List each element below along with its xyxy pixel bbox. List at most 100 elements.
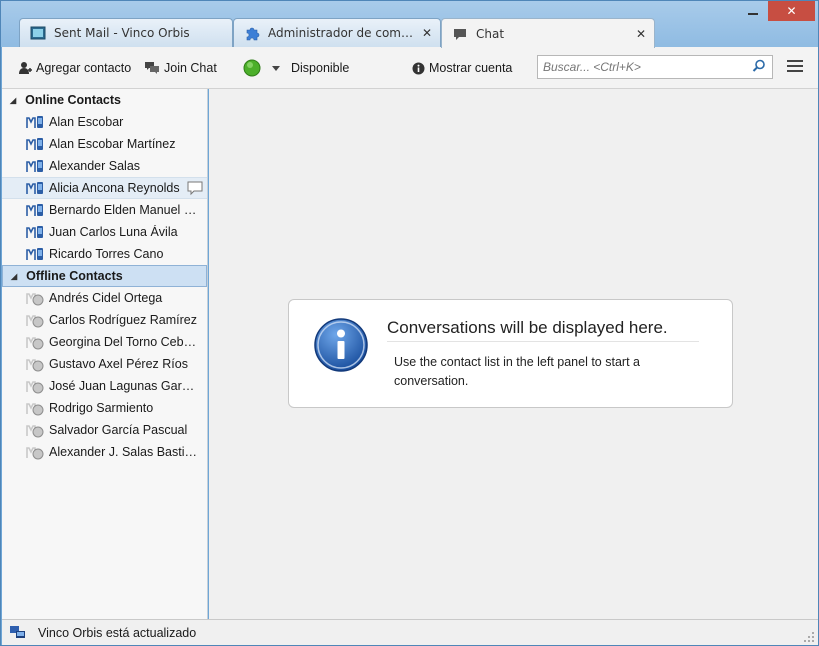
group-label: Online Contacts — [25, 93, 121, 107]
show-account-label: Mostrar cuenta — [429, 61, 513, 75]
tab-bar: Sent Mail - Vinco Orbis Administrador de… — [1, 1, 818, 48]
status-bar: Vinco Orbis está actualizado — [2, 619, 818, 645]
window-close-button[interactable]: ✕ — [768, 1, 815, 21]
offline-contact-icon — [26, 381, 44, 394]
offline-contact-item[interactable]: Alexander J. Salas Bastidas — [2, 441, 207, 463]
online-contact-icon — [26, 160, 43, 172]
minimize-button[interactable] — [740, 1, 766, 21]
offline-contact-icon — [26, 447, 44, 460]
menu-bar — [787, 60, 803, 62]
conversation-area: Conversations will be displayed here. Us… — [209, 89, 818, 619]
start-chat-icon[interactable] — [187, 181, 203, 196]
online-contact-item[interactable]: Juan Carlos Luna Ávila — [2, 221, 207, 243]
online-contacts-list: Alan Escobar Alan Escobar Martínez Alexand… — [2, 111, 207, 265]
tab-addons-manager[interactable]: Administrador de complementos ✕ — [233, 18, 441, 47]
status-label: Disponible — [291, 61, 350, 75]
online-contact-item[interactable]: Alan Escobar Martínez — [2, 133, 207, 155]
offline-contact-item[interactable]: Georgina Del Torno Ceballos — [2, 331, 207, 353]
contact-name: Ricardo Torres Cano — [49, 247, 164, 261]
online-contact-icon — [26, 138, 43, 150]
close-icon[interactable]: ✕ — [422, 26, 432, 40]
offline-contact-icon — [26, 337, 44, 350]
menu-bar — [787, 65, 803, 67]
contact-name: Alicia Ancona Reynolds — [49, 181, 180, 195]
chat-bubbles-icon — [145, 62, 159, 74]
search-input[interactable]: Buscar... <Ctrl+K> — [537, 55, 773, 79]
contact-name: Georgina Del Torno Ceballos — [49, 335, 197, 349]
online-contact-item[interactable]: Alexander Salas — [2, 155, 207, 177]
contact-name: Alan Escobar Martínez — [49, 137, 176, 151]
join-chat-button[interactable]: Join Chat — [144, 59, 217, 77]
close-icon[interactable]: ✕ — [636, 27, 646, 41]
online-contact-icon — [26, 182, 43, 194]
online-contact-item[interactable]: Alicia Ancona Reynolds — [2, 177, 207, 199]
contact-name: Bernardo Elden Manuel Barrera — [49, 203, 197, 217]
mail-window-icon — [30, 26, 46, 40]
offline-contact-item[interactable]: Salvador García Pascual — [2, 419, 207, 441]
puzzle-piece-icon — [246, 27, 260, 41]
minimize-icon — [748, 13, 758, 15]
info-icon — [314, 318, 368, 372]
add-user-icon — [19, 62, 32, 74]
offline-contact-icon — [26, 425, 44, 438]
online-contact-item[interactable]: Alan Escobar — [2, 111, 207, 133]
empty-state-body: Use the contact list in the left panel t… — [394, 355, 640, 388]
offline-contact-item[interactable]: Andrés Cidel Ortega — [2, 287, 207, 309]
contact-name: Alan Escobar — [49, 115, 124, 129]
chevron-down-icon — [272, 66, 280, 71]
offline-contact-icon — [26, 293, 44, 306]
collapse-triangle-icon[interactable]: ◢ — [10, 96, 16, 105]
search-button[interactable] — [752, 59, 766, 76]
contact-name: Juan Carlos Luna Ávila — [49, 225, 178, 239]
offline-contacts-list: Andrés Cidel Ortega Carlos Rodríguez Ramí… — [2, 287, 207, 463]
tab-label: Chat — [476, 26, 505, 41]
offline-contact-icon — [26, 359, 44, 372]
offline-contact-item[interactable]: Rodrigo Sarmiento — [2, 397, 207, 419]
contact-name: Gustavo Axel Pérez Ríos — [49, 357, 188, 371]
status-available-icon — [243, 59, 261, 77]
collapse-triangle-icon[interactable]: ◢ — [11, 272, 17, 281]
online-contact-icon — [26, 116, 43, 128]
tab-chat[interactable]: Chat ✕ — [441, 18, 655, 48]
info-icon — [412, 62, 425, 74]
empty-state-card: Conversations will be displayed here. Us… — [288, 299, 733, 408]
app-window: Sent Mail - Vinco Orbis Administrador de… — [0, 0, 819, 646]
contact-name: Alexander Salas — [49, 159, 141, 173]
hamburger-menu-button[interactable] — [787, 60, 803, 74]
contact-name: Andrés Cidel Ortega — [49, 291, 163, 305]
contact-name: Carlos Rodríguez Ramírez — [49, 313, 197, 327]
tab-sent-mail[interactable]: Sent Mail - Vinco Orbis — [19, 18, 233, 47]
offline-contacts-group[interactable]: ◢ Offline Contacts — [2, 265, 207, 287]
online-contact-item[interactable]: Bernardo Elden Manuel Barrera — [2, 199, 207, 221]
toolbar: Agregar contacto Join Chat Disponible Mo… — [2, 47, 818, 89]
online-contact-item[interactable]: Ricardo Torres Cano — [2, 243, 207, 265]
menu-bar — [787, 70, 803, 72]
offline-contact-item[interactable]: José Juan Lagunas García — [2, 375, 207, 397]
online-contact-icon — [26, 226, 43, 238]
status-selector[interactable]: Disponible — [243, 59, 349, 77]
join-chat-label: Join Chat — [164, 61, 217, 75]
offline-contact-item[interactable]: Gustavo Axel Pérez Ríos — [2, 353, 207, 375]
chat-bubble-icon — [454, 28, 466, 40]
group-label: Offline Contacts — [26, 269, 123, 283]
tab-label: Sent Mail - Vinco Orbis — [54, 26, 190, 40]
add-contact-label: Agregar contacto — [36, 61, 132, 75]
search-icon — [752, 59, 765, 72]
online-contact-icon — [26, 248, 43, 260]
offline-contact-icon — [26, 403, 44, 416]
network-activity-icon[interactable] — [10, 625, 26, 640]
contact-list-panel: ◢ Online Contacts Alan Escobar Alan Escob… — [2, 89, 208, 619]
show-account-button[interactable]: Mostrar cuenta — [412, 59, 512, 77]
tab-label: Administrador de complementos — [268, 26, 414, 40]
add-contact-button[interactable]: Agregar contacto — [18, 59, 131, 77]
online-contacts-group[interactable]: ◢ Online Contacts — [2, 89, 207, 111]
contact-name: Alexander J. Salas Bastidas — [49, 445, 197, 459]
contact-name: Salvador García Pascual — [49, 423, 188, 437]
resize-grip-icon[interactable] — [804, 632, 814, 642]
contact-name: José Juan Lagunas García — [49, 379, 197, 393]
contact-name: Rodrigo Sarmiento — [49, 401, 154, 415]
status-text: Vinco Orbis está actualizado — [38, 625, 197, 640]
empty-state-title: Conversations will be displayed here. — [387, 318, 699, 342]
online-contact-icon — [26, 204, 43, 216]
offline-contact-item[interactable]: Carlos Rodríguez Ramírez — [2, 309, 207, 331]
